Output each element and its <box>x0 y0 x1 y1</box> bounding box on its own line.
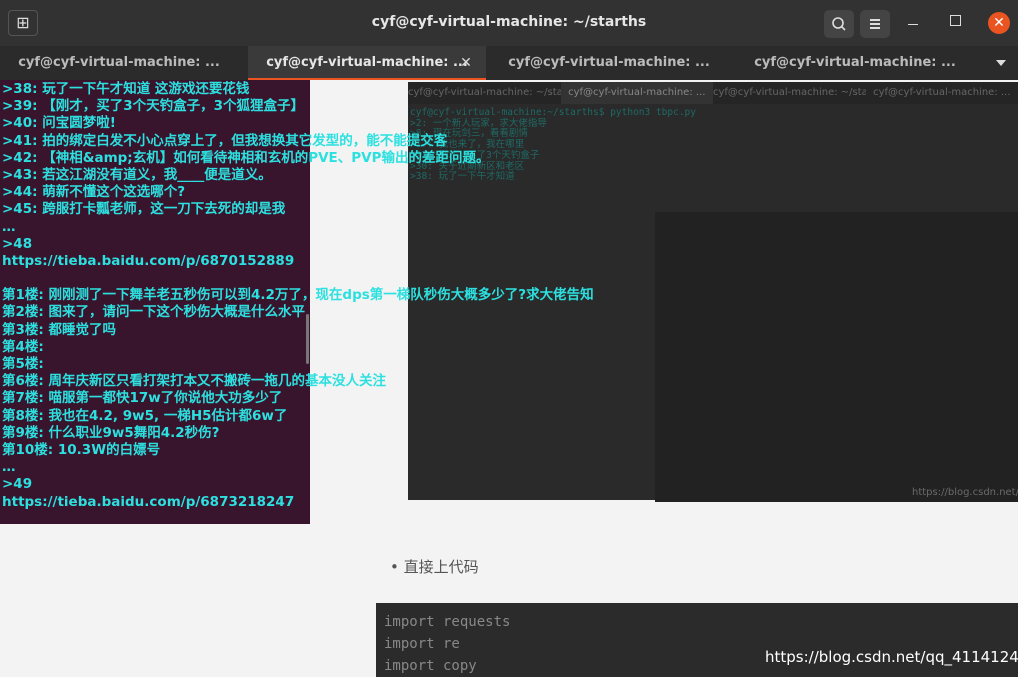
tab-label: cyf@cyf-virtual-machine: ... <box>754 55 956 70</box>
tab-2-active[interactable]: cyf@cyf-virtual-machine: ... ✕ <box>248 46 486 80</box>
search-icon <box>832 17 846 31</box>
code-line: import requests <box>384 614 511 630</box>
tab-close-icon[interactable]: ✕ <box>458 53 474 73</box>
background-tab: cyf@cyf-virtual-machine: ~/starths <box>713 87 866 98</box>
terminal-line: 第2楼: 图来了，请问一下这个秒伤大概是什么水平 <box>2 304 305 321</box>
terminal-line: … <box>2 459 16 476</box>
terminal-line: 第10楼: 10.3W的白嫖号 <box>2 441 161 458</box>
background-pane <box>655 212 1018 502</box>
background-bullet-text: • 直接上代码 <box>390 558 479 576</box>
terminal-line: 第5楼: <box>2 356 44 372</box>
terminal-line: 第1楼: 刚刚测了一下舞羊老五秒伤可以到4.2万了，现在dps第一梯队秒伤大概多… <box>2 287 594 304</box>
background-side-watermark: https://blog.csdn.net/qq <box>912 487 1018 498</box>
terminal-line: 第3楼: 都睡觉了吗 <box>2 321 116 338</box>
window-header: ⊞ cyf@cyf-virtual-machine: ~/starths ✕ <box>0 0 1018 46</box>
terminal-line: 第7楼: 喵服第一都快17w了你说他大功多少了 <box>2 390 283 407</box>
menu-icon-bar <box>870 23 880 25</box>
tab-3[interactable]: cyf@cyf-virtual-machine: ... <box>490 46 728 80</box>
terminal-line: https://tieba.baidu.com/p/6870152889 <box>2 252 295 269</box>
tab-4[interactable]: cyf@cyf-virtual-machine: ... <box>736 46 974 80</box>
terminal-line: >39: 【刚才，买了3个天钓盒子，3个狐狸盒子】 <box>2 98 304 115</box>
terminal-line: >40: 问宝圆梦啦! <box>2 115 116 132</box>
background-tab: cyf@cyf-virtual-machine: ... <box>873 87 1011 98</box>
terminal-line: https://tieba.baidu.com/p/6873218247 <box>2 493 295 510</box>
terminal-line: >43: 若这江湖没有道义，我____便是道义。 <box>2 166 272 183</box>
terminal-line: … <box>2 218 16 235</box>
terminal-line: >42: 【神相&amp;玄机】如何看待神相和玄机的PVE、PVP输出的差距问题… <box>2 149 490 166</box>
tab-list-dropdown-icon[interactable] <box>996 60 1006 66</box>
close-icon: ✕ <box>993 15 1005 31</box>
terminal-line: 第9楼: 什么职业9w5舞阳4.2秒伤? <box>2 424 220 441</box>
tab-bar: cyf@cyf-virtual-machine: ... cyf@cyf-vir… <box>0 46 1018 80</box>
terminal-scrollbar[interactable] <box>306 314 309 364</box>
tab-label: cyf@cyf-virtual-machine: ... <box>266 55 468 70</box>
tab-label: cyf@cyf-virtual-machine: ... <box>18 55 220 70</box>
terminal-line: 第8楼: 我也在4.2, 9w5, 一梯H5估计都6w了 <box>2 407 288 424</box>
terminal-line: >48 <box>2 235 33 252</box>
terminal-output: >38: 玩了一下午才知道 这游戏还要花钱 >39: 【刚才，买了3个天钓盒子，3… <box>2 81 594 511</box>
menu-icon-bar <box>870 27 880 29</box>
terminal-line: 第6楼: 周年庆新区只看打架打本又不搬砖一拖几的基本没人关注 <box>2 373 386 390</box>
watermark: https://blog.csdn.net/qq_41141246 <box>765 648 1018 666</box>
terminal-line: >41: 拍的绑定白发不小心点穿上了，但我想换其它发型的，能不能提交客 <box>2 132 448 149</box>
terminal-line: >38: 玩了一下午才知道 这游戏还要花钱 <box>2 81 250 97</box>
maximize-button[interactable] <box>950 15 961 26</box>
menu-icon-bar <box>870 19 880 21</box>
minimize-icon <box>908 24 918 25</box>
close-button[interactable]: ✕ <box>988 12 1010 34</box>
terminal-line: >44: 萌新不懂这个这选哪个? <box>2 184 186 201</box>
search-button[interactable] <box>824 10 854 38</box>
terminal-line: >45: 跨服打卡瓢老师，这一刀下去死的却是我 <box>2 201 286 218</box>
terminal-line: 第4楼: <box>2 338 44 355</box>
minimize-button[interactable] <box>904 14 922 32</box>
hamburger-menu-button[interactable] <box>860 10 890 38</box>
tab-label: cyf@cyf-virtual-machine: ... <box>508 55 710 70</box>
tab-1[interactable]: cyf@cyf-virtual-machine: ... <box>0 46 238 80</box>
terminal-line: >49 <box>2 476 33 493</box>
